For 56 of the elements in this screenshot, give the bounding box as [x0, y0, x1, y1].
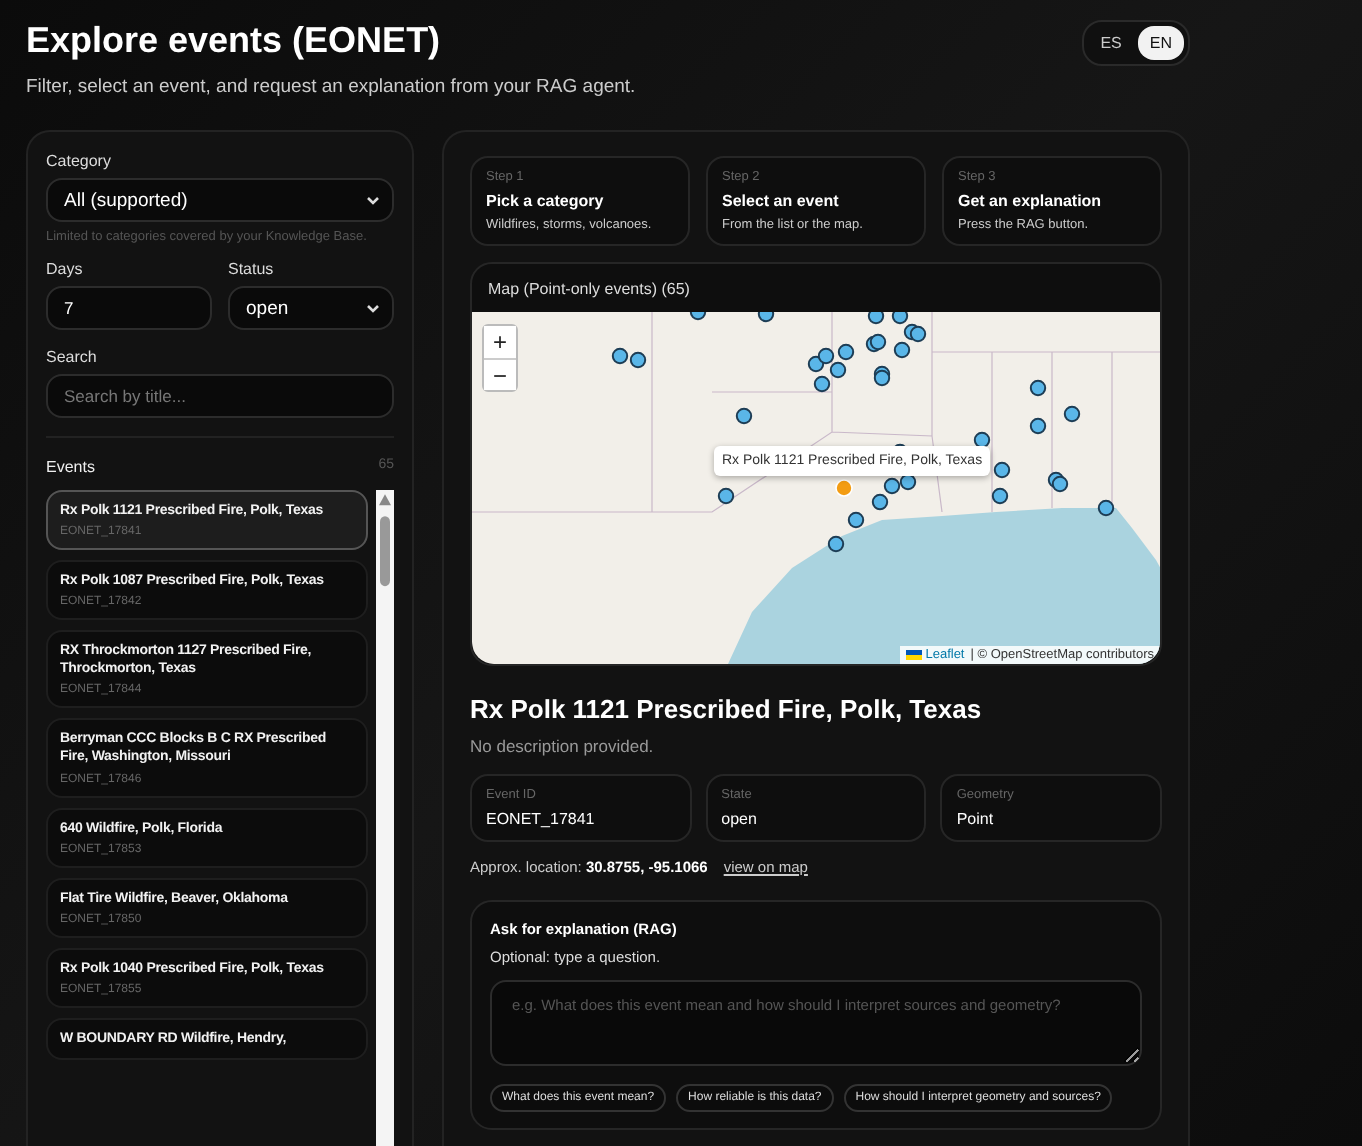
map-marker[interactable] — [757, 312, 775, 323]
field-label: Search — [46, 348, 99, 366]
map-marker[interactable] — [837, 343, 855, 361]
map-marker[interactable] — [827, 535, 845, 553]
map-marker[interactable] — [893, 341, 911, 359]
map-marker[interactable] — [735, 407, 753, 425]
event-heading: Rx Polk 1121 Prescribed Fire, Polk, Texas — [470, 694, 984, 724]
map-marker[interactable] — [829, 361, 847, 379]
info-value: EONET_17841 — [486, 810, 597, 828]
field-label: Days — [46, 260, 85, 278]
map-title: Map (Point-only events) (65) — [486, 278, 692, 302]
map-marker[interactable] — [611, 347, 629, 365]
map-marker[interactable] — [883, 477, 901, 495]
scrollbar[interactable] — [376, 490, 394, 1146]
map-marker[interactable] — [1097, 499, 1115, 517]
language-button[interactable]: ES — [1088, 26, 1134, 60]
chevron-down-icon — [366, 303, 380, 313]
zoom-out-button[interactable]: − — [484, 358, 516, 390]
step-title: Select an event — [722, 192, 841, 210]
map-marker[interactable] — [689, 312, 707, 321]
info-value: Point — [956, 810, 996, 828]
step-title: Get an explanation — [958, 192, 1104, 210]
chevron-down-icon — [366, 195, 380, 205]
map-marker[interactable] — [629, 351, 647, 369]
map-marker[interactable] — [973, 431, 991, 449]
map-marker[interactable] — [1029, 417, 1047, 435]
page-subtitle: Filter, select an event, and request an explanation from your RAG agent. — [26, 76, 636, 98]
map-marker[interactable] — [873, 369, 891, 387]
map-marker[interactable] — [813, 375, 831, 393]
events-label: Events — [46, 458, 95, 476]
map-marker[interactable] — [1051, 475, 1069, 493]
map-marker[interactable] — [1029, 379, 1047, 397]
map-marker[interactable] — [891, 312, 909, 325]
map-marker[interactable] — [991, 487, 1009, 505]
category-select[interactable]: All (supported) — [46, 178, 394, 222]
map-marker[interactable] — [909, 325, 927, 343]
days-input[interactable]: 7 — [46, 286, 212, 330]
field-label: Status — [228, 260, 276, 278]
map-marker[interactable] — [847, 511, 865, 529]
event-description: No description provided. — [470, 736, 656, 756]
map-marker[interactable] — [817, 347, 835, 365]
search-field[interactable]: Search by title... — [46, 374, 394, 418]
map-marker[interactable] — [717, 487, 735, 505]
status-select[interactable]: open — [228, 286, 394, 330]
flag-icon — [905, 650, 922, 660]
map-marker[interactable] — [1063, 405, 1081, 423]
map-marker[interactable] — [869, 333, 887, 351]
field-label: Category — [46, 152, 113, 170]
map-marker[interactable] — [871, 493, 889, 511]
language-button[interactable]: EN — [1137, 26, 1184, 60]
page-title: Explore events (EONET) — [26, 20, 443, 62]
selected-map-marker[interactable] — [835, 479, 853, 497]
map-marker[interactable] — [993, 461, 1011, 479]
step-title: Pick a category — [486, 192, 606, 210]
info-value: open — [721, 810, 759, 828]
map-marker[interactable] — [867, 312, 885, 325]
